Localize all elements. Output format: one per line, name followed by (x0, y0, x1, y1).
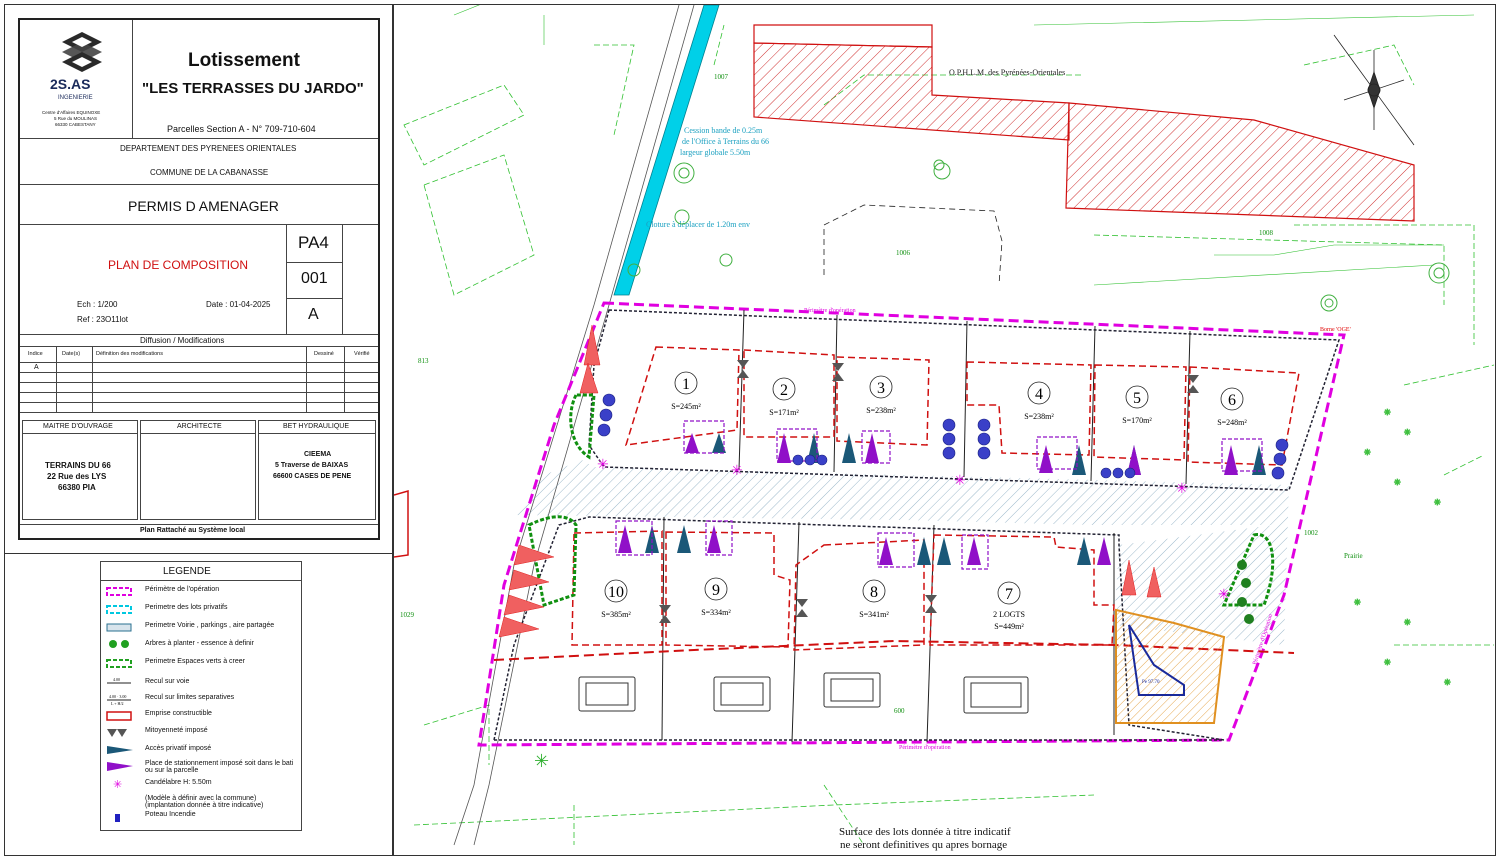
lot-number: 9 (712, 582, 720, 599)
legend-item: (Modèle à définir avec la commune) (impl… (145, 795, 264, 809)
site-plan: O.P.H.L.M. des Pyrénées-Orientales 1006 … (393, 0, 1496, 856)
perimetre-bottom-label: Périmètre d'opération (899, 745, 951, 751)
lot-number: 2 (780, 382, 788, 399)
svg-text:✳: ✳ (534, 751, 549, 771)
svg-text:4.00 · 3.00: 4.00 · 3.00 (109, 694, 126, 699)
plan-drawing: O.P.H.L.M. des Pyrénées-Orientales 1006 … (393, 0, 1495, 851)
legend-item: Poteau Incendie (145, 811, 196, 818)
lot-area: S=170m² (1122, 416, 1152, 425)
lot-area: S=171m² (769, 408, 799, 417)
lot-area: S=449m² (994, 622, 1024, 631)
legend-symbols: 4.00 4.00 · 3.00 L + H/2 ✳ (106, 587, 133, 822)
svg-text:✳: ✳ (1404, 618, 1411, 627)
svg-text:L + H/2: L + H/2 (111, 701, 124, 706)
svg-text:✳: ✳ (1364, 448, 1371, 457)
cession-line-1: Cession bande de 0.25m (684, 126, 763, 135)
svg-text:4.00: 4.00 (113, 677, 120, 682)
lot-number: 6 (1228, 392, 1236, 409)
ref-600: 600 (894, 707, 905, 715)
legend-item: Perimetre Espaces verts à creer (145, 658, 245, 665)
footer-note-line-1: Surface des lots donnée à titre indicati… (839, 826, 1011, 838)
lot-number: 8 (870, 584, 878, 601)
cession-line-2: de l'Office à Terrains du 66 (682, 137, 769, 146)
shared-road (514, 460, 1289, 525)
ref-1006: 1006 (896, 249, 911, 257)
lot-area: S=245m² (671, 402, 701, 411)
svg-text:✳: ✳ (1444, 678, 1451, 687)
lot-number: 3 (877, 380, 885, 397)
svg-text:✳: ✳ (731, 464, 743, 479)
legend-item: Perimetre Voirie , parkings , aire parta… (145, 622, 275, 629)
legend-item: Recul sur limites separatives (145, 694, 235, 701)
ref-1029: 1029 (400, 611, 415, 619)
svg-text:✳: ✳ (1384, 408, 1391, 417)
legend-item: Recul sur voie (145, 678, 190, 685)
legend-item: Accès privatif imposé (145, 745, 212, 752)
left-frame (4, 4, 393, 554)
lot-area: S=238m² (1024, 412, 1054, 421)
ref-1007: 1007 (714, 73, 729, 81)
lot-area: S=238m² (866, 406, 896, 415)
lot-number: 5 (1133, 390, 1141, 407)
svg-text:✳: ✳ (1354, 598, 1361, 607)
basin-label: Pe 97.70 (1142, 680, 1160, 685)
legend-item: Arbres à planter - essence à definir (145, 640, 254, 647)
cession-line-3: largeur globale 5.50m (680, 148, 751, 157)
lot-area: S=334m² (701, 608, 731, 617)
lot-area: S=341m² (859, 610, 889, 619)
footer-note-line-2: ne seront definitives qu apres bornage (840, 839, 1007, 851)
svg-text:✳: ✳ (1404, 428, 1411, 437)
legend-item: Candélabre H: 5.50m (145, 779, 212, 786)
perimetre-top-label: Périmètre d'opération (804, 308, 856, 314)
ref-1002: 1002 (1304, 529, 1319, 537)
lot-number: 10 (608, 584, 624, 601)
svg-text:✳: ✳ (1434, 498, 1441, 507)
svg-text:✳: ✳ (113, 779, 122, 791)
lot-number: 1 (682, 376, 690, 393)
svg-text:✳: ✳ (597, 458, 609, 473)
ophlm-label: O.P.H.L.M. des Pyrénées-Orientales (949, 68, 1065, 77)
legend-title: LEGENDE (163, 566, 211, 577)
legend-item: Emprise constructible (145, 710, 212, 717)
legend-item: Place de stationnement imposé soit dans … (145, 760, 294, 774)
prairie-label: Prairie (1344, 552, 1363, 560)
svg-text:✳: ✳ (1384, 658, 1391, 667)
legend-item: Périmètre de l'opération (145, 586, 220, 593)
svg-text:✳: ✳ (954, 474, 966, 489)
north-arrow-icon (1333, 34, 1415, 146)
lot-number: 4 (1035, 386, 1043, 403)
legend-item: Mitoyenneté imposé (145, 727, 208, 734)
ophlm-zone (753, 42, 1070, 141)
legend-item: Perimetre des lots privatifs (145, 604, 228, 611)
svg-text:✳: ✳ (1176, 482, 1188, 497)
lot-area: S=385m² (601, 610, 631, 619)
ophlm-zone-2 (1065, 102, 1415, 222)
ref-1008: 1008 (1259, 229, 1274, 237)
lot-area: S=248m² (1217, 418, 1247, 427)
ref-813: 813 (418, 357, 429, 365)
svg-text:✳: ✳ (1394, 478, 1401, 487)
lot-extra: 2 LOGTS (993, 610, 1025, 619)
borne-label: Borne 'OGE' (1320, 327, 1351, 333)
lot-number: 7 (1005, 586, 1013, 603)
cloture-label: Cloture à déplacer de 1.20m env (646, 220, 750, 229)
legend: LEGENDE 4.00 4.00 · 3.00 L + H/2 ✳ Périmè… (100, 561, 302, 831)
svg-text:✳: ✳ (1218, 588, 1230, 603)
